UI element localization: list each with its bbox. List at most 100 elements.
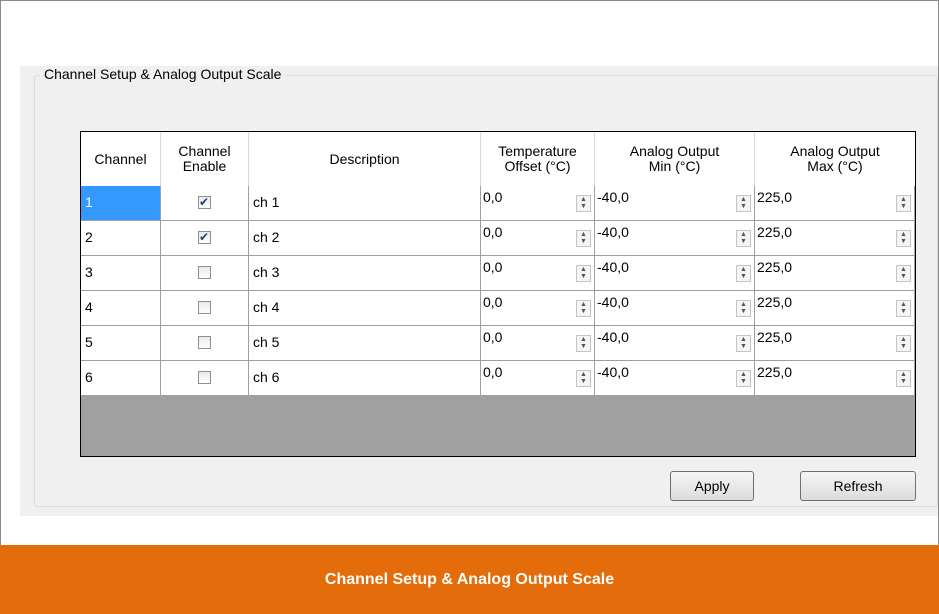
column-header-offset[interactable]: Temperature Offset (°C) (481, 132, 595, 186)
table-row[interactable]: 5 ch 5 0,0 ▲ ▼ -40,0 ▲ ▼ 225,0 ▲ ▼ (81, 326, 915, 361)
min-value: -40,0 (597, 364, 629, 380)
max-value: 225,0 (757, 294, 793, 310)
description-value: ch 6 (253, 369, 280, 385)
channel-grid[interactable]: Channel Channel Enable Description Tempe… (80, 131, 916, 457)
enable-cell[interactable] (161, 361, 249, 395)
spin-buttons-icon[interactable]: ▲ ▼ (576, 370, 591, 387)
channel-value: 1 (85, 194, 93, 210)
enable-cell[interactable] (161, 326, 249, 360)
channel-cell[interactable]: 5 (81, 326, 161, 360)
max-cell[interactable]: 225,0 ▲ ▼ (755, 256, 915, 290)
apply-button[interactable]: Apply (670, 471, 754, 501)
spin-buttons-icon[interactable]: ▲ ▼ (736, 300, 751, 317)
channel-enable-checkbox[interactable]: ✔ (197, 231, 211, 244)
spin-buttons-icon[interactable]: ▲ ▼ (896, 335, 911, 352)
channel-enable-checkbox[interactable] (197, 301, 211, 314)
max-value: 225,0 (757, 189, 793, 205)
offset-value: 0,0 (483, 224, 503, 240)
offset-value: 0,0 (483, 259, 503, 275)
column-header-description[interactable]: Description (249, 132, 481, 186)
column-header-enable[interactable]: Channel Enable (161, 132, 249, 186)
spin-buttons-icon[interactable]: ▲ ▼ (576, 195, 591, 212)
description-cell[interactable]: ch 6 (249, 361, 481, 395)
channel-enable-checkbox[interactable] (197, 266, 211, 279)
spin-buttons-icon[interactable]: ▲ ▼ (736, 230, 751, 247)
spin-buttons-icon[interactable]: ▲ ▼ (896, 265, 911, 282)
column-header-max[interactable]: Analog Output Max (°C) (755, 132, 915, 186)
channel-value: 3 (85, 264, 93, 280)
min-value: -40,0 (597, 329, 629, 345)
offset-cell[interactable]: 0,0 ▲ ▼ (481, 326, 595, 360)
spin-buttons-icon[interactable]: ▲ ▼ (736, 265, 751, 282)
min-cell[interactable]: -40,0 ▲ ▼ (595, 256, 755, 290)
description-value: ch 2 (253, 229, 280, 245)
spin-buttons-icon[interactable]: ▲ ▼ (896, 195, 911, 212)
table-row[interactable]: 6 ch 6 0,0 ▲ ▼ -40,0 ▲ ▼ 225,0 ▲ ▼ (81, 361, 915, 396)
offset-value: 0,0 (483, 364, 503, 380)
table-row[interactable]: 4 ch 4 0,0 ▲ ▼ -40,0 ▲ ▼ 225,0 ▲ ▼ (81, 291, 915, 326)
table-row[interactable]: 3 ch 3 0,0 ▲ ▼ -40,0 ▲ ▼ 225,0 ▲ ▼ (81, 256, 915, 291)
offset-value: 0,0 (483, 189, 503, 205)
description-cell[interactable]: ch 5 (249, 326, 481, 360)
offset-cell[interactable]: 0,0 ▲ ▼ (481, 361, 595, 395)
min-value: -40,0 (597, 224, 629, 240)
max-cell[interactable]: 225,0 ▲ ▼ (755, 326, 915, 360)
max-value: 225,0 (757, 329, 793, 345)
min-cell[interactable]: -40,0 ▲ ▼ (595, 186, 755, 220)
groupbox-title: Channel Setup & Analog Output Scale (40, 66, 286, 82)
description-cell[interactable]: ch 1 (249, 186, 481, 220)
column-header-min[interactable]: Analog Output Min (°C) (595, 132, 755, 186)
max-cell[interactable]: 225,0 ▲ ▼ (755, 186, 915, 220)
spin-buttons-icon[interactable]: ▲ ▼ (576, 335, 591, 352)
channel-enable-checkbox[interactable] (197, 371, 211, 384)
min-cell[interactable]: -40,0 ▲ ▼ (595, 361, 755, 395)
offset-cell[interactable]: 0,0 ▲ ▼ (481, 221, 595, 255)
channel-cell[interactable]: 6 (81, 361, 161, 395)
spin-buttons-icon[interactable]: ▲ ▼ (896, 370, 911, 387)
spin-buttons-icon[interactable]: ▲ ▼ (896, 230, 911, 247)
channel-cell[interactable]: 3 (81, 256, 161, 290)
max-value: 225,0 (757, 224, 793, 240)
description-cell[interactable]: ch 4 (249, 291, 481, 325)
grid-header: Channel Channel Enable Description Tempe… (81, 132, 915, 187)
offset-cell[interactable]: 0,0 ▲ ▼ (481, 291, 595, 325)
channel-value: 2 (85, 229, 93, 245)
channel-value: 4 (85, 299, 93, 315)
min-cell[interactable]: -40,0 ▲ ▼ (595, 291, 755, 325)
offset-value: 0,0 (483, 329, 503, 345)
min-value: -40,0 (597, 259, 629, 275)
channel-enable-checkbox[interactable] (197, 336, 211, 349)
channel-enable-checkbox[interactable]: ✔ (197, 196, 211, 209)
spin-buttons-icon[interactable]: ▲ ▼ (576, 265, 591, 282)
min-cell[interactable]: -40,0 ▲ ▼ (595, 326, 755, 360)
min-cell[interactable]: -40,0 ▲ ▼ (595, 221, 755, 255)
table-row[interactable]: 1 ✔ ch 1 0,0 ▲ ▼ -40,0 ▲ ▼ 225,0 ▲ ▼ (81, 186, 915, 221)
spin-buttons-icon[interactable]: ▲ ▼ (576, 300, 591, 317)
description-cell[interactable]: ch 3 (249, 256, 481, 290)
spin-buttons-icon[interactable]: ▲ ▼ (896, 300, 911, 317)
spin-buttons-icon[interactable]: ▲ ▼ (576, 230, 591, 247)
spin-buttons-icon[interactable]: ▲ ▼ (736, 195, 751, 212)
refresh-button[interactable]: Refresh (800, 471, 916, 501)
offset-cell[interactable]: 0,0 ▲ ▼ (481, 186, 595, 220)
description-cell[interactable]: ch 2 (249, 221, 481, 255)
max-cell[interactable]: 225,0 ▲ ▼ (755, 361, 915, 395)
column-header-channel[interactable]: Channel (81, 132, 161, 186)
channel-cell[interactable]: 4 (81, 291, 161, 325)
channel-cell[interactable]: 1 (81, 186, 161, 220)
offset-cell[interactable]: 0,0 ▲ ▼ (481, 256, 595, 290)
spin-buttons-icon[interactable]: ▲ ▼ (736, 335, 751, 352)
min-value: -40,0 (597, 189, 629, 205)
min-value: -40,0 (597, 294, 629, 310)
channel-cell[interactable]: 2 (81, 221, 161, 255)
enable-cell[interactable]: ✔ (161, 221, 249, 255)
spin-buttons-icon[interactable]: ▲ ▼ (736, 370, 751, 387)
max-cell[interactable]: 225,0 ▲ ▼ (755, 221, 915, 255)
max-cell[interactable]: 225,0 ▲ ▼ (755, 291, 915, 325)
table-row[interactable]: 2 ✔ ch 2 0,0 ▲ ▼ -40,0 ▲ ▼ 225,0 ▲ ▼ (81, 221, 915, 256)
enable-cell[interactable] (161, 256, 249, 290)
enable-cell[interactable] (161, 291, 249, 325)
enable-cell[interactable]: ✔ (161, 186, 249, 220)
max-value: 225,0 (757, 259, 793, 275)
offset-value: 0,0 (483, 294, 503, 310)
